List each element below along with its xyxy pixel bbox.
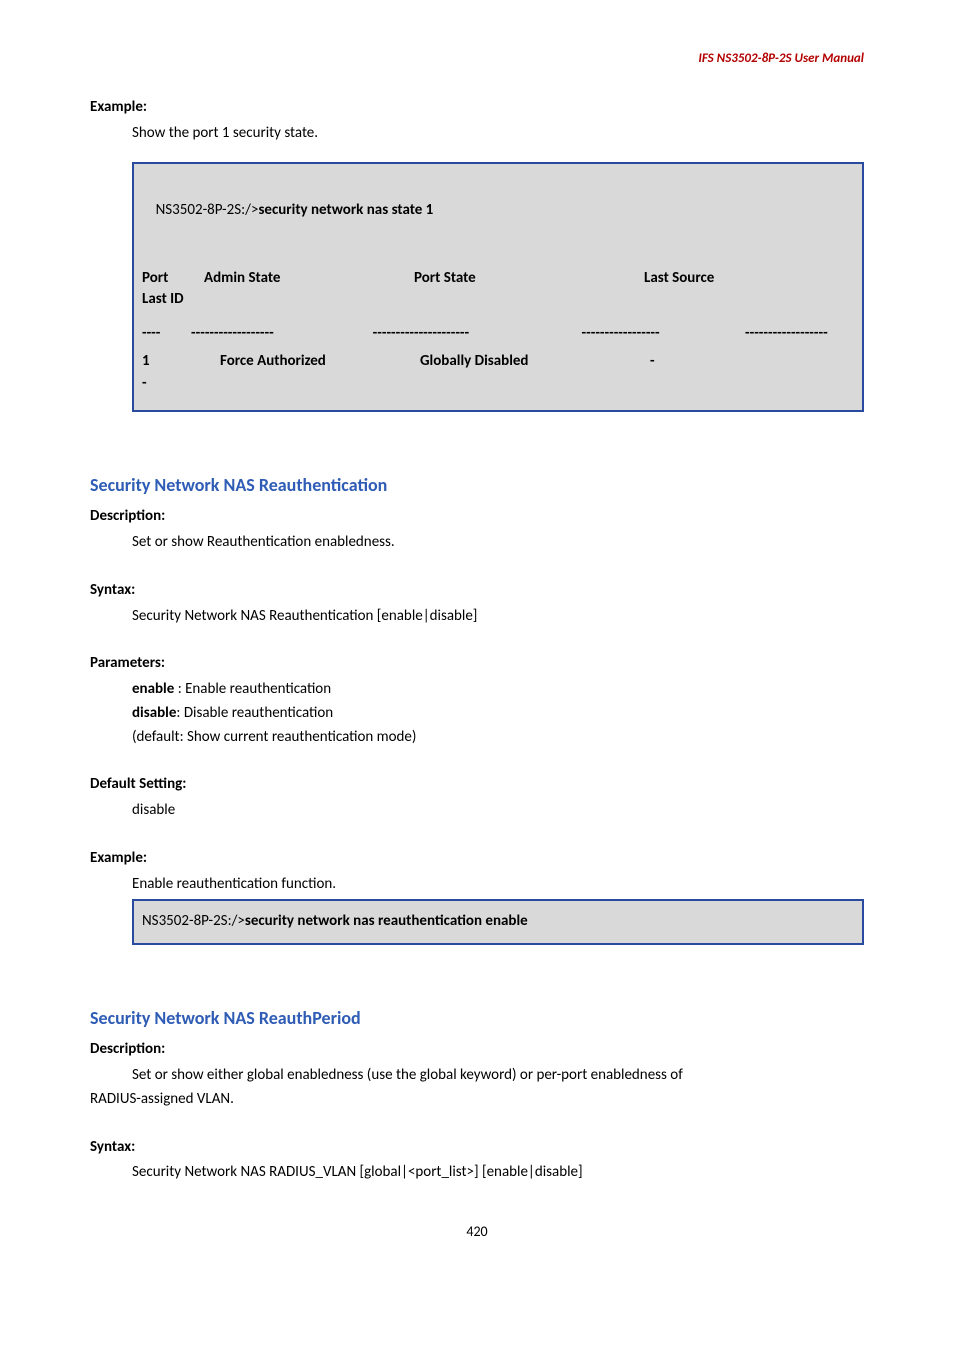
cli-command-bold-2: security network nas reauthentication en… [245, 912, 528, 930]
row-port: 1 [142, 351, 220, 373]
th-last-id: Last ID [142, 289, 854, 311]
syntax-text: Security Network NAS Reauthentication [e… [132, 606, 864, 628]
cli-prompt-2: NS3502-8P-2S:/> [142, 912, 245, 930]
row-admin: Force Authorized [220, 351, 420, 373]
row-state: Globally Disabled [420, 351, 650, 373]
cli-output-box-1: NS3502-8P-2S:/>security network nas stat… [132, 162, 864, 412]
cli-command: NS3502-8P-2S:/>security network nas stat… [142, 178, 854, 243]
doc-header: IFS NS3502-8P-2S User Manual [90, 50, 864, 69]
param-disable: disable: Disable reauthentication [132, 703, 864, 725]
section-title-reauthperiod: Security Network NAS ReauthPeriod [90, 1005, 864, 1031]
cli-separator: ---- ------------------ ----------------… [142, 323, 854, 345]
sep-1: ---- [142, 323, 191, 345]
desc-label-2: Description: [90, 1039, 864, 1061]
desc-text-2a: Set or show either global enabledness (u… [132, 1065, 864, 1087]
row-last: - [650, 351, 690, 373]
sep-4: ----------------- [582, 323, 745, 345]
sep-3: --------------------- [373, 323, 582, 345]
syntax-text-2: Security Network NAS RADIUS_VLAN [global… [132, 1162, 864, 1184]
th-last-source: Last Source [644, 268, 804, 290]
sep-5: ------------------ [745, 323, 854, 345]
cli-command-bold: security network nas state 1 [258, 201, 433, 219]
desc-text-2b: RADIUS-assigned VLAN. [90, 1089, 864, 1111]
th-port: Port [142, 268, 204, 290]
cli-output-box-2: NS3502-8P-2S:/>security network nas reau… [132, 899, 864, 945]
params-label: Parameters: [90, 653, 864, 675]
desc-text: Set or show Reauthentication enabledness… [132, 532, 864, 554]
default-setting-label: Default Setting: [90, 774, 864, 796]
section-title-reauth: Security Network NAS Reauthentication [90, 472, 864, 498]
cli-table-header: Port Admin State Port State Last Source [142, 268, 854, 290]
param-default-note: (default: Show current reauthentication … [132, 727, 864, 749]
syntax-label-2: Syntax: [90, 1137, 864, 1159]
cli-prompt: NS3502-8P-2S:/> [156, 201, 259, 219]
th-admin: Admin State [204, 268, 414, 290]
example-text-2: Enable reauthentication function. [132, 874, 864, 896]
syntax-label: Syntax: [90, 580, 864, 602]
sep-2: ------------------ [191, 323, 373, 345]
example-label: Example: [90, 97, 864, 119]
th-port-state: Port State [414, 268, 644, 290]
example-text: Show the port 1 security state. [132, 123, 864, 145]
example-label-2: Example: [90, 848, 864, 870]
default-setting-text: disable [132, 800, 864, 822]
page-number: 420 [90, 1222, 864, 1242]
param-enable: enable : Enable reauthentication [132, 679, 864, 701]
cli-table-row: 1 Force Authorized Globally Disabled - [142, 351, 854, 373]
row-trail: - [142, 373, 854, 395]
desc-label: Description: [90, 506, 864, 528]
